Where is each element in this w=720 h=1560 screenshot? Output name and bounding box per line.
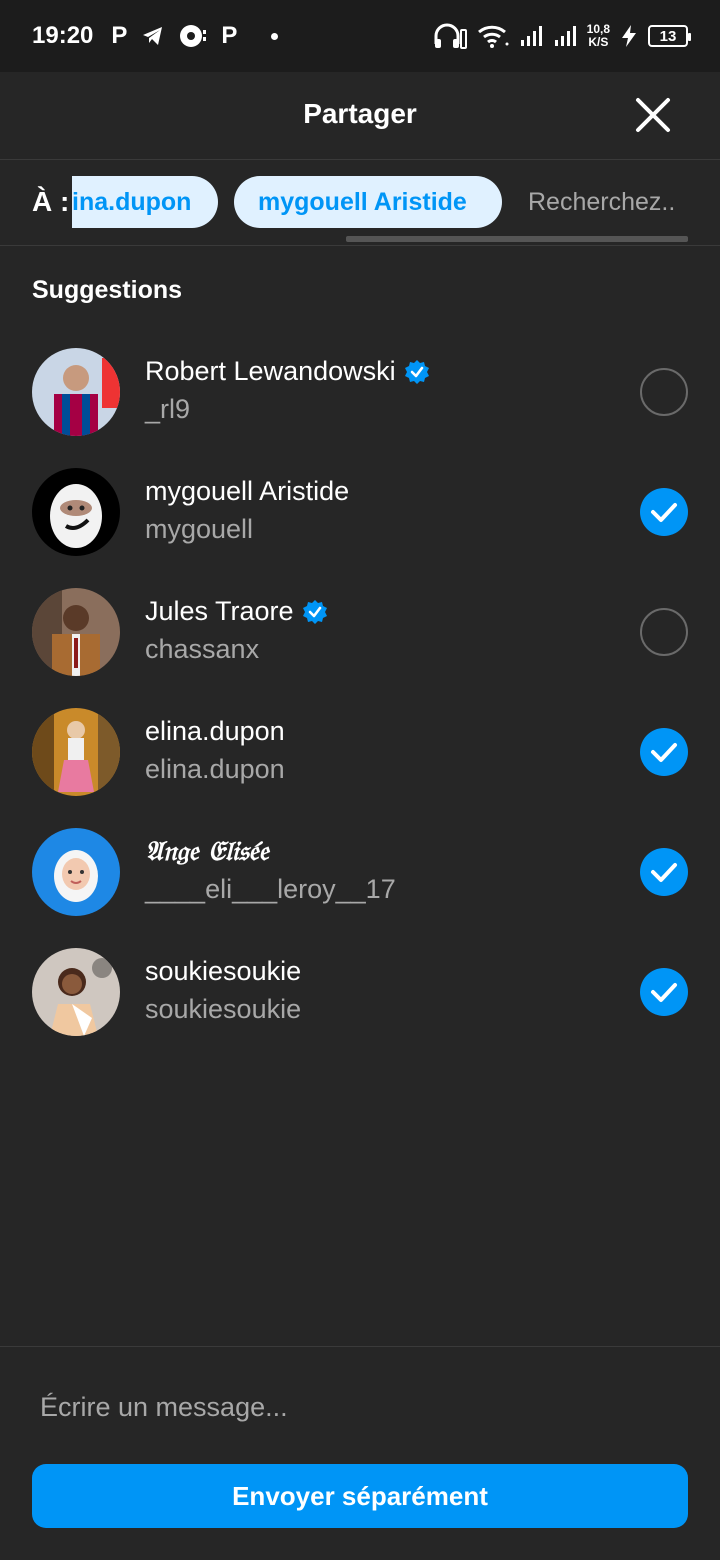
- user-handle: mygouell: [145, 514, 254, 544]
- battery-level: 13: [659, 27, 677, 45]
- user-handle: chassanx: [145, 634, 260, 664]
- avatar: [32, 468, 120, 556]
- user-name: Jules Traore: [145, 596, 294, 626]
- select-checkbox[interactable]: [640, 728, 688, 776]
- close-icon: [636, 98, 670, 132]
- list-item[interactable]: Jules Traore chassanx: [0, 572, 720, 692]
- user-handle: soukiesoukie: [145, 994, 302, 1024]
- select-checkbox[interactable]: [640, 608, 688, 656]
- battery-indicator: 13: [648, 25, 691, 47]
- list-item[interactable]: mygouell Aristide mygouell: [0, 452, 720, 572]
- p-icon: P: [111, 22, 128, 49]
- suggestions-title: Suggestions: [32, 276, 183, 304]
- suggestions-list: Robert Lewandowski _rl9 mygouell Aristid…: [0, 332, 720, 1052]
- circle-app-icon: [180, 25, 207, 47]
- user-handle: elina.dupon: [145, 754, 285, 784]
- select-checkbox[interactable]: [640, 368, 688, 416]
- system-icons: 10,8 K/S 13: [433, 22, 691, 50]
- select-checkbox[interactable]: [640, 848, 688, 896]
- notification-icons: P P: [111, 22, 279, 50]
- search-input[interactable]: [528, 182, 698, 222]
- p-icon: P: [221, 22, 238, 49]
- checkmark-icon: [651, 863, 677, 882]
- user-name: Robert Lewandowski: [145, 356, 396, 386]
- user-name: elina.dupon: [145, 716, 285, 746]
- verified-icon: [302, 599, 327, 624]
- user-name: mygouell Aristide: [145, 476, 350, 506]
- network-speed: 10,8 K/S: [587, 23, 610, 49]
- user-name: soukiesoukie: [145, 956, 302, 986]
- signal-icon: [554, 26, 576, 46]
- list-item[interactable]: elina.dupon elina.dupon: [0, 692, 720, 812]
- wifi-icon: [477, 25, 509, 48]
- checkmark-icon: [651, 743, 677, 762]
- checkmark-icon: [651, 503, 677, 522]
- select-checkbox[interactable]: [640, 968, 688, 1016]
- user-handle: _rl9: [145, 394, 191, 424]
- recipient-chip[interactable]: mygouell Aristide: [234, 176, 502, 228]
- send-separately-button[interactable]: Envoyer séparément: [32, 1464, 688, 1528]
- recipient-chip[interactable]: ina.dupon: [72, 176, 218, 228]
- network-speed-unit: K/S: [588, 35, 609, 49]
- status-bar: 19:20 P P 10,8 K/S 13: [0, 0, 720, 72]
- user-name: 𝔄𝔫𝔤𝔢 𝔈𝔩𝔦𝔰𝔢́𝔢: [145, 836, 269, 867]
- close-button[interactable]: [634, 96, 672, 134]
- headphones-icon: [434, 23, 467, 49]
- horizontal-scrollbar[interactable]: [346, 236, 688, 242]
- divider: [0, 1346, 720, 1347]
- telegram-icon: [143, 27, 163, 45]
- verified-icon: [404, 359, 429, 384]
- avatar: [32, 588, 120, 676]
- share-header: Partager: [0, 72, 720, 160]
- user-handle: ____eli___leroy__17: [145, 874, 396, 904]
- status-time: 19:20: [32, 22, 94, 49]
- list-item[interactable]: Robert Lewandowski _rl9: [0, 332, 720, 452]
- avatar: [32, 828, 120, 916]
- list-item[interactable]: 𝔄𝔫𝔤𝔢 𝔈𝔩𝔦𝔰𝔢́𝔢 ____eli___leroy__17: [0, 812, 720, 932]
- avatar: [32, 708, 120, 796]
- page-title: Partager: [303, 98, 417, 129]
- list-item[interactable]: soukiesoukie soukiesoukie: [0, 932, 720, 1052]
- avatar: [32, 948, 120, 1036]
- signal-icon: [520, 26, 542, 46]
- recipients-label: À :: [32, 186, 70, 217]
- message-input[interactable]: [32, 1384, 688, 1430]
- recipients-row: À : ina.dupon mygouell Aristide: [0, 160, 720, 246]
- dot-icon: [271, 32, 279, 40]
- charging-icon: [622, 25, 636, 47]
- select-checkbox[interactable]: [640, 488, 688, 536]
- checkmark-icon: [651, 983, 677, 1002]
- avatar: [32, 348, 120, 436]
